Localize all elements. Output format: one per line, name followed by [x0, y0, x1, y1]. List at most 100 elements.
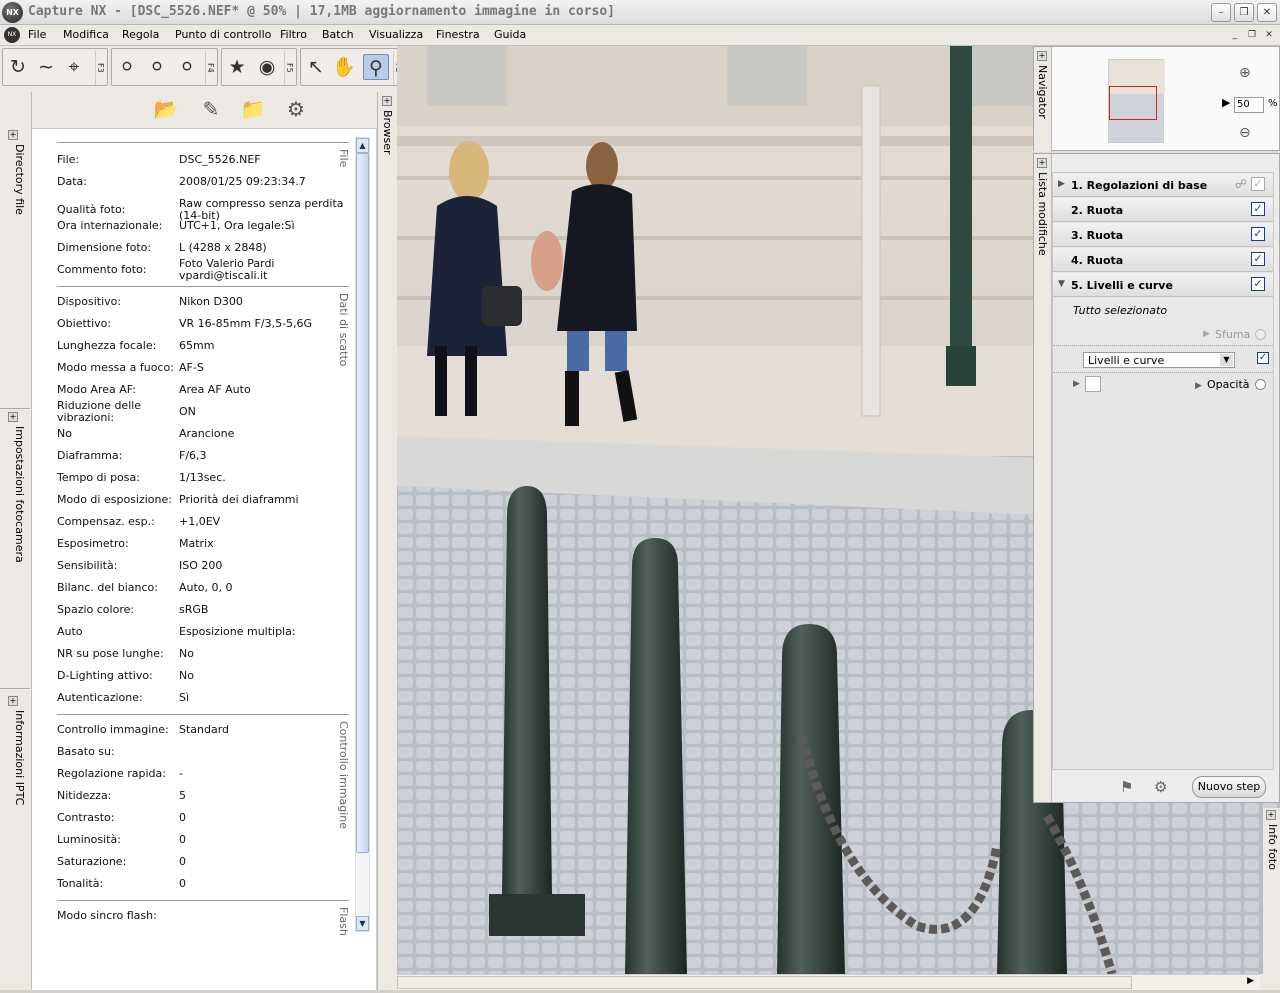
straighten-icon[interactable]: ∼: [33, 54, 59, 80]
image-horizontal-scrollbar[interactable]: ▶: [397, 974, 1260, 990]
tab-impostazioni-fotocamera[interactable]: Impostazioni fotocamera: [4, 426, 26, 646]
step-item[interactable]: ▼ 5. Livelli e curve ✓: [1053, 273, 1273, 297]
info-value: Sì: [179, 691, 190, 704]
step-label: 4. Ruota: [1071, 254, 1124, 267]
scroll-down-icon[interactable]: ▼: [356, 916, 369, 931]
collapse-arrow-icon[interactable]: ▼: [1058, 279, 1065, 289]
doc-restore-icon[interactable]: ❐: [1245, 29, 1259, 42]
zoom-field[interactable]: 50: [1234, 97, 1264, 113]
info-value: ISO 200: [179, 559, 223, 572]
black-control-point-icon[interactable]: ⚪: [114, 54, 140, 80]
menu-punto-di-controllo[interactable]: Punto di controllo: [175, 28, 271, 41]
tab-toggle-icon[interactable]: +: [1037, 51, 1047, 61]
section-divider: [57, 142, 349, 143]
info-row: Data: 2008/01/25 09:23:34.7: [57, 176, 337, 198]
restore-icon[interactable]: ❐: [1234, 3, 1254, 22]
fkey-f5: F5: [284, 51, 294, 85]
zoom-icon[interactable]: ⚲: [363, 54, 389, 80]
tab-toggle-icon[interactable]: +: [8, 130, 18, 140]
zoom-out-icon[interactable]: ⊖: [1239, 125, 1251, 141]
menu-batch[interactable]: Batch: [322, 28, 354, 41]
hand-icon[interactable]: ✋: [331, 54, 357, 80]
section-divider: [57, 900, 349, 901]
close-icon[interactable]: ✕: [1257, 3, 1277, 22]
menu-finestra[interactable]: Finestra: [436, 28, 480, 41]
link-icon[interactable]: ☍: [1235, 177, 1247, 191]
menu-modifica[interactable]: Modifica: [63, 28, 109, 41]
step-checkbox[interactable]: ✓: [1251, 252, 1265, 266]
tab-browser[interactable]: Browser: [381, 110, 394, 155]
doc-minimize-icon[interactable]: _: [1228, 29, 1242, 42]
edit-icon[interactable]: ✎: [197, 96, 225, 122]
red-eye-icon[interactable]: ◉: [254, 54, 280, 80]
rotate-icon[interactable]: ↻: [5, 54, 31, 80]
step-item[interactable]: 2. Ruota ✓: [1053, 198, 1273, 222]
document-logo-icon[interactable]: NX: [4, 27, 20, 43]
doc-close-icon[interactable]: ✕: [1262, 29, 1276, 42]
settings-icon[interactable]: ⚙: [282, 96, 310, 122]
minimize-icon[interactable]: –: [1211, 3, 1231, 22]
navigator-thumbnail[interactable]: [1108, 59, 1165, 143]
edit-list-tab[interactable]: + Lista modifiche: [1034, 154, 1052, 802]
white-control-point-icon[interactable]: ⚪: [174, 54, 200, 80]
sfuma-label: Sfuma: [1215, 328, 1251, 341]
new-step-button[interactable]: Nuovo step: [1192, 776, 1266, 798]
info-row: File: DSC_5526.NEF: [57, 154, 337, 176]
neutral-control-point-icon[interactable]: ⚪: [144, 54, 170, 80]
menu-regola[interactable]: Regola: [122, 28, 159, 41]
adjustment-checkbox[interactable]: ✓: [1257, 352, 1269, 364]
info-key: Luminosità:: [57, 833, 121, 846]
direct-select-icon[interactable]: ↖: [303, 54, 329, 80]
scroll-thumb[interactable]: [356, 153, 369, 853]
step-item[interactable]: ▶ 1. Regolazioni di base ☍ ✓: [1053, 173, 1273, 197]
navigator-view-rectangle[interactable]: [1109, 86, 1157, 120]
opacity-radio[interactable]: [1255, 379, 1266, 390]
info-row: Tonalità: 0: [57, 878, 337, 900]
step-item[interactable]: 4. Ruota ✓: [1053, 248, 1273, 272]
open-folder-icon[interactable]: 📂: [152, 96, 180, 122]
tab-directory-file[interactable]: Directory file: [4, 144, 26, 294]
tab-divider: [0, 408, 30, 409]
step-checkbox[interactable]: ✓: [1251, 177, 1265, 191]
tab-toggle-icon[interactable]: +: [8, 412, 18, 422]
info-key: Esposimetro:: [57, 537, 129, 550]
tab-toggle-icon[interactable]: +: [1037, 158, 1047, 168]
info-value: +1,0EV: [179, 515, 221, 528]
tab-toggle-icon[interactable]: +: [1266, 810, 1276, 820]
menu-guida[interactable]: Guida: [494, 28, 526, 41]
tab-toggle-icon[interactable]: +: [8, 696, 18, 706]
step-checkbox[interactable]: ✓: [1251, 227, 1265, 241]
step-item[interactable]: 3. Ruota ✓: [1053, 223, 1273, 247]
tab-informazioni-iptc[interactable]: Informazioni IPTC: [4, 710, 26, 870]
menu-filtro[interactable]: Filtro: [280, 28, 307, 41]
scroll-up-icon[interactable]: ▲: [356, 138, 369, 153]
tab-toggle-icon[interactable]: +: [382, 96, 392, 106]
menu-file[interactable]: File: [28, 28, 46, 41]
info-row: Basato su:: [57, 746, 337, 768]
info-row: Ora internazionale: UTC+1, Ora legale:Sì: [57, 220, 337, 242]
step-checkbox[interactable]: ✓: [1251, 277, 1265, 291]
info-key: Commento foto:: [57, 263, 147, 276]
info-key: Bilanc. del bianco:: [57, 581, 158, 594]
step-checkbox[interactable]: ✓: [1251, 202, 1265, 216]
menu-visualizza[interactable]: Visualizza: [369, 28, 423, 41]
flag-icon[interactable]: ⚑: [1120, 778, 1133, 796]
folder-icon[interactable]: 📁: [239, 96, 267, 122]
expand-arrow-icon[interactable]: ▶: [1073, 379, 1080, 389]
info-foto-tab[interactable]: + Info foto: [1262, 808, 1280, 974]
info-scrollbar[interactable]: ▲ ▼: [355, 137, 370, 932]
sfuma-radio[interactable]: [1255, 329, 1266, 340]
opacity-arrow-icon[interactable]: ▶: [1195, 381, 1202, 391]
crop-icon[interactable]: ⌖: [61, 54, 87, 80]
color-control-point-icon[interactable]: ★: [224, 54, 250, 80]
expand-arrow-icon[interactable]: ▶: [1058, 179, 1065, 189]
scroll-right-icon[interactable]: ▶: [1247, 976, 1254, 986]
adjustment-dropdown[interactable]: Livelli e curve ▼: [1083, 352, 1235, 368]
navigator-tab[interactable]: + Navigator: [1034, 47, 1052, 152]
gear-icon[interactable]: ⚙: [1154, 778, 1167, 796]
chevron-down-icon[interactable]: ▼: [1220, 354, 1233, 366]
scroll-thumb[interactable]: [397, 976, 1132, 989]
info-key: Sensibilità:: [57, 559, 118, 572]
zoom-slider-arrow-icon[interactable]: ▶: [1222, 96, 1230, 109]
zoom-in-icon[interactable]: ⊕: [1239, 65, 1251, 81]
